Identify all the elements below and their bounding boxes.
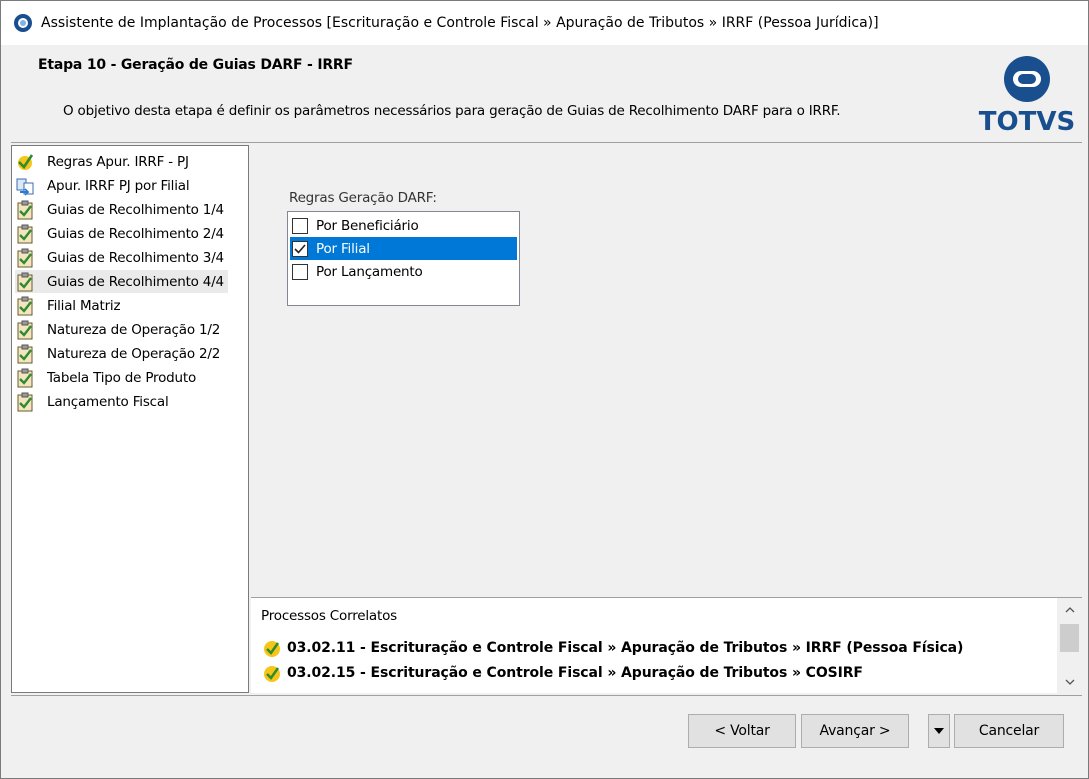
related-process-link[interactable]: 03.02.15 - Escrituração e Controle Fisca…: [261, 661, 863, 685]
steps-tree: Regras Apur. IRRF - PJ Apur. IRRF PJ por …: [11, 145, 249, 693]
checkbox[interactable]: [292, 263, 308, 280]
step-label: Lançamento Fiscal: [47, 393, 169, 410]
chevron-up-icon: [1065, 607, 1074, 613]
related-process-link[interactable]: 03.02.11 - Escrituração e Controle Fisca…: [261, 636, 963, 660]
title-bar: Assistente de Implantação de Processos […: [1, 1, 1088, 45]
next-button[interactable]: Avançar >: [801, 714, 909, 748]
step-item[interactable]: Guias de Recolhimento 3/4: [15, 246, 228, 269]
step-label: Guias de Recolhimento 1/4: [47, 201, 224, 218]
checkmark-icon: [294, 243, 306, 254]
step-label: Guias de Recolhimento 2/4: [47, 225, 224, 242]
process-check-icon: [264, 666, 280, 682]
transfer-icon: [15, 176, 47, 196]
chevron-down-icon: [1065, 679, 1074, 685]
options-dropdown-button[interactable]: [928, 714, 950, 748]
step-label: Regras Apur. IRRF - PJ: [47, 153, 189, 170]
window-title: Assistente de Implantação de Processos […: [41, 15, 879, 31]
related-scrollbar[interactable]: [1057, 598, 1082, 694]
step-label: Natureza de Operação 1/2: [47, 321, 221, 338]
option-label: Por Beneficiário: [316, 217, 419, 234]
scroll-thumb[interactable]: [1060, 624, 1079, 652]
step-label: Natureza de Operação 2/2: [47, 345, 221, 362]
option-por-lancamento[interactable]: Por Lançamento: [290, 260, 517, 283]
dropdown-arrow-icon: [934, 728, 944, 734]
step-item[interactable]: Filial Matriz: [15, 294, 124, 317]
step-item[interactable]: Guias de Recolhimento 2/4: [15, 222, 228, 245]
wizard-header: Etapa 10 - Geração de Guias DARF - IRRF …: [11, 47, 1082, 143]
check-star-icon: [15, 152, 47, 172]
wizard-footer: < Voltar Avançar > Cancelar: [11, 695, 1082, 771]
rules-checklist[interactable]: Por Beneficiário Por Filial Por Lançamen…: [287, 211, 520, 306]
clipboard-check-icon: [15, 200, 47, 220]
step-label: Filial Matriz: [47, 297, 121, 314]
step-description: O objetivo desta etapa é definir os parâ…: [63, 103, 841, 119]
logo-text: TOTVS: [978, 107, 1076, 137]
related-process-label: 03.02.15 - Escrituração e Controle Fisca…: [287, 665, 863, 681]
clipboard-check-icon: [15, 296, 47, 316]
back-button[interactable]: < Voltar: [688, 714, 796, 748]
step-item[interactable]: Tabela Tipo de Produto: [15, 366, 200, 389]
rules-group-label: Regras Geração DARF:: [289, 190, 437, 206]
clipboard-check-icon: [15, 272, 47, 292]
step-item[interactable]: Natureza de Operação 1/2: [15, 318, 224, 341]
step-item[interactable]: Natureza de Operação 2/2: [15, 342, 224, 365]
process-check-icon: [264, 641, 280, 657]
scroll-down-button[interactable]: [1057, 670, 1082, 694]
option-label: Por Lançamento: [316, 263, 423, 280]
step-label: Guias de Recolhimento 4/4: [47, 273, 224, 290]
step-item[interactable]: Apur. IRRF PJ por Filial: [15, 174, 193, 197]
scroll-up-button[interactable]: [1057, 598, 1082, 622]
option-label: Por Filial: [316, 240, 370, 257]
clipboard-check-icon: [15, 224, 47, 244]
clipboard-check-icon: [15, 344, 47, 364]
option-por-beneficiario[interactable]: Por Beneficiário: [290, 214, 517, 237]
totvs-logo: TOTVS: [977, 53, 1077, 139]
checkbox[interactable]: [292, 217, 308, 234]
step-item[interactable]: Guias de Recolhimento 1/4: [15, 198, 228, 221]
app-icon: [14, 14, 32, 32]
related-process-label: 03.02.11 - Escrituração e Controle Fisca…: [287, 640, 964, 656]
step-label: Guias de Recolhimento 3/4: [47, 249, 224, 266]
step-title: Etapa 10 - Geração de Guias DARF - IRRF: [38, 57, 353, 73]
step-item[interactable]: Regras Apur. IRRF - PJ: [15, 150, 193, 173]
step-item[interactable]: Guias de Recolhimento 4/4: [15, 270, 228, 293]
clipboard-check-icon: [15, 320, 47, 340]
step-label: Apur. IRRF PJ por Filial: [47, 177, 190, 194]
step-content: Regras Geração DARF: Por Beneficiário Po…: [251, 145, 1082, 597]
wizard-window: Assistente de Implantação de Processos […: [0, 0, 1089, 779]
cancel-button[interactable]: Cancelar: [954, 714, 1064, 748]
step-item[interactable]: Lançamento Fiscal: [15, 390, 173, 413]
step-label: Tabela Tipo de Produto: [47, 369, 197, 386]
clipboard-check-icon: [15, 392, 47, 412]
related-processes-panel: Processos Correlatos 03.02.11 - Escritur…: [251, 597, 1082, 694]
option-por-filial[interactable]: Por Filial: [290, 237, 517, 260]
clipboard-check-icon: [15, 248, 47, 268]
clipboard-check-icon: [15, 368, 47, 388]
checkbox[interactable]: [292, 240, 308, 257]
totvs-logo-icon: [1004, 56, 1050, 102]
related-title: Processos Correlatos: [261, 608, 397, 624]
